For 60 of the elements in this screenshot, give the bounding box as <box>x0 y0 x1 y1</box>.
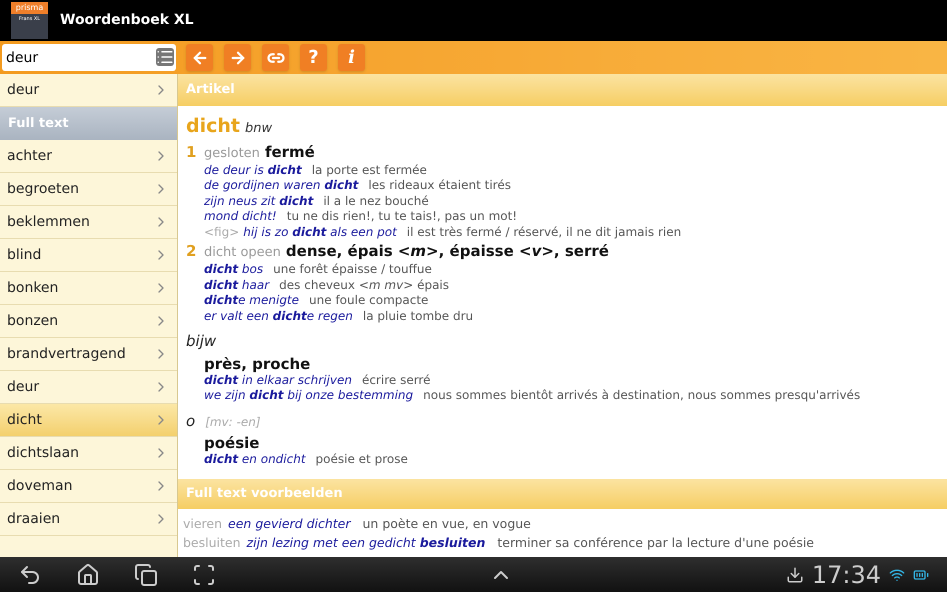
example-translation: une foule compacte <box>309 293 428 308</box>
clock: 17:34 <box>812 560 881 590</box>
plural-note: [mv: -en] <box>205 414 261 430</box>
example-translation: les rideaux étaient tirés <box>368 178 511 194</box>
example-phrase: dicht haar <box>204 278 270 293</box>
example-translation: la porte est fermée <box>312 162 427 178</box>
example-phrase: de deur is dicht <box>204 162 302 178</box>
sense-translation: poésie <box>204 434 260 452</box>
part-of-speech: bijw <box>186 331 216 352</box>
example-phrase: dicht in elkaar schrijven <box>204 372 352 388</box>
example-translation: des cheveux <m mv> épais <box>279 278 450 293</box>
example-translation: il a le nez bouché <box>323 194 429 209</box>
search-field[interactable]: deur <box>2 44 176 71</box>
example-translation: il est très fermé / réservé, il ne dit jamais rien <box>406 224 682 240</box>
example-translation: nous sommes bientôt arrivés à destination, nous sommes presqu'arrivés <box>423 388 860 404</box>
section-header: Artikel <box>178 74 947 106</box>
example-phrase: <fig> hij is zo dicht als een pot <box>204 224 397 240</box>
example-phrase: mond dicht! <box>204 209 277 224</box>
example-translation: une forêt épaisse / touffue <box>273 262 432 278</box>
example-headword: besluiten <box>183 534 241 552</box>
part-of-speech: bnw <box>245 120 272 138</box>
forward-button[interactable] <box>224 44 251 71</box>
section-header: Full text voorbeelden <box>178 479 947 509</box>
example-phrase: dicht bos <box>204 262 264 278</box>
sense-gloss: gesloten <box>204 144 260 162</box>
example-translation: tu ne dis rien!, tu te tais!, pas un mot! <box>286 209 518 224</box>
download-icon <box>786 566 804 584</box>
sense-number: 1 <box>186 142 198 162</box>
sense-translation: près, proche <box>204 354 310 372</box>
example-phrase: zijn lezing met een gedicht besluiten <box>246 534 486 552</box>
arrow-right-icon <box>228 48 246 66</box>
example-translation: un poète en vue, en vogue <box>362 515 531 533</box>
home-icon[interactable] <box>76 562 100 586</box>
example-phrase: dicht en ondicht <box>204 452 306 468</box>
example-translation: poésie et prose <box>316 452 408 468</box>
example-translation: terminer sa conférence par la lecture d'une poésie <box>497 534 814 552</box>
part-of-speech: o <box>186 410 196 432</box>
sense-number: 2 <box>186 242 198 262</box>
example-phrase: we zijn dicht bij onze bestemming <box>204 388 414 404</box>
recent-apps-icon[interactable] <box>134 562 158 586</box>
example-phrase: een gevierd dichter <box>228 515 350 533</box>
example-phrase: dichte menigte <box>204 293 300 308</box>
sense-translation: dense, épais <m>, épaisse <v>, serré <box>286 242 609 260</box>
example-phrase: er valt een dichte regen <box>204 308 353 324</box>
link-button[interactable] <box>262 44 289 71</box>
screenshot-icon[interactable] <box>192 562 216 586</box>
example-translation: la pluie tombe dru <box>362 308 474 324</box>
section-header: Full text <box>0 107 177 140</box>
sense-translation: fermé <box>264 142 315 160</box>
app-title: Woordenboek XL <box>60 11 194 30</box>
example-headword: vieren <box>183 515 222 533</box>
list-icon[interactable] <box>156 48 174 66</box>
wifi-icon <box>889 566 905 582</box>
sidebar-item[interactable]: dicht <box>0 404 177 437</box>
headword: dicht <box>186 114 240 139</box>
example-translation: écrire serré <box>362 372 430 388</box>
example-phrase: zijn neus zit dicht <box>204 194 314 209</box>
sense-gloss: dicht opeen <box>204 244 281 262</box>
back-button[interactable] <box>186 44 213 71</box>
example-phrase: de gordijnen waren dicht <box>204 178 358 194</box>
